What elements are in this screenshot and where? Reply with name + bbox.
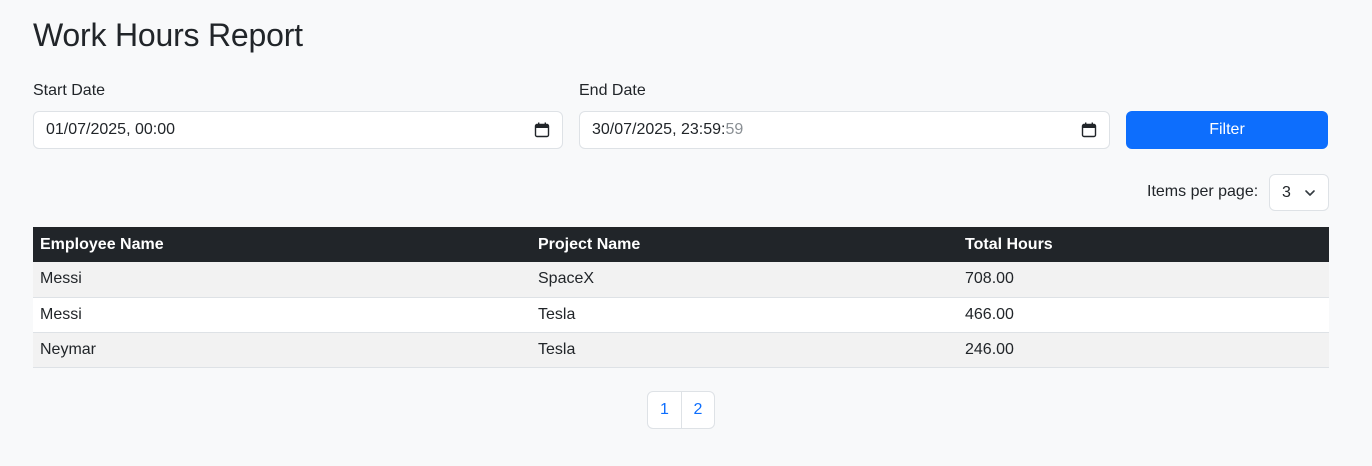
- table-row: Neymar Tesla 246.00: [33, 332, 1329, 367]
- calendar-icon[interactable]: [1081, 122, 1097, 138]
- table-cell: SpaceX: [538, 270, 595, 288]
- items-per-page-select[interactable]: 3: [1269, 174, 1329, 211]
- table-cell: Neymar: [40, 340, 97, 358]
- items-per-page-label: Items per page:: [1147, 183, 1259, 200]
- table-row: Messi SpaceX 708.00: [33, 262, 1329, 297]
- page-link-1[interactable]: 1: [648, 392, 681, 428]
- end-date-value: 30/07/2025, 23:59:59: [592, 121, 743, 139]
- column-header: Employee Name: [40, 235, 164, 253]
- start-date-input[interactable]: 01/07/2025, 00:00: [33, 111, 563, 149]
- table-cell: Tesla: [538, 340, 576, 358]
- table-header-row: Employee Name Project Name Total Hours: [33, 227, 1329, 262]
- table-cell: Tesla: [538, 305, 576, 323]
- page-title: Work Hours Report: [33, 17, 303, 53]
- end-date-main: 30/07/2025, 23:59:: [592, 121, 726, 138]
- table-cell: 708.00: [965, 270, 1014, 288]
- page-link-2[interactable]: 2: [681, 392, 714, 428]
- pagination: 1 2: [647, 391, 715, 429]
- table-cell: 466.00: [965, 305, 1014, 323]
- column-header: Total Hours: [965, 235, 1053, 253]
- items-per-page-value: 3: [1282, 183, 1291, 201]
- chevron-down-icon: [1305, 190, 1315, 196]
- column-header: Project Name: [538, 235, 641, 253]
- filter-button[interactable]: Filter: [1126, 111, 1328, 149]
- end-date-label: End Date: [579, 82, 646, 99]
- work-hours-table: Employee Name Project Name Total Hours M…: [33, 227, 1329, 368]
- end-date-seconds: 59: [725, 121, 744, 138]
- start-date-label: Start Date: [33, 82, 106, 99]
- table-cell: Messi: [40, 305, 82, 323]
- table-cell: Messi: [40, 270, 82, 288]
- table-row: Messi Tesla 466.00: [33, 297, 1329, 332]
- table-cell: 246.00: [965, 340, 1014, 358]
- calendar-icon[interactable]: [534, 122, 550, 138]
- start-date-value: 01/07/2025, 00:00: [46, 121, 176, 138]
- end-date-input[interactable]: 30/07/2025, 23:59:59: [579, 111, 1110, 149]
